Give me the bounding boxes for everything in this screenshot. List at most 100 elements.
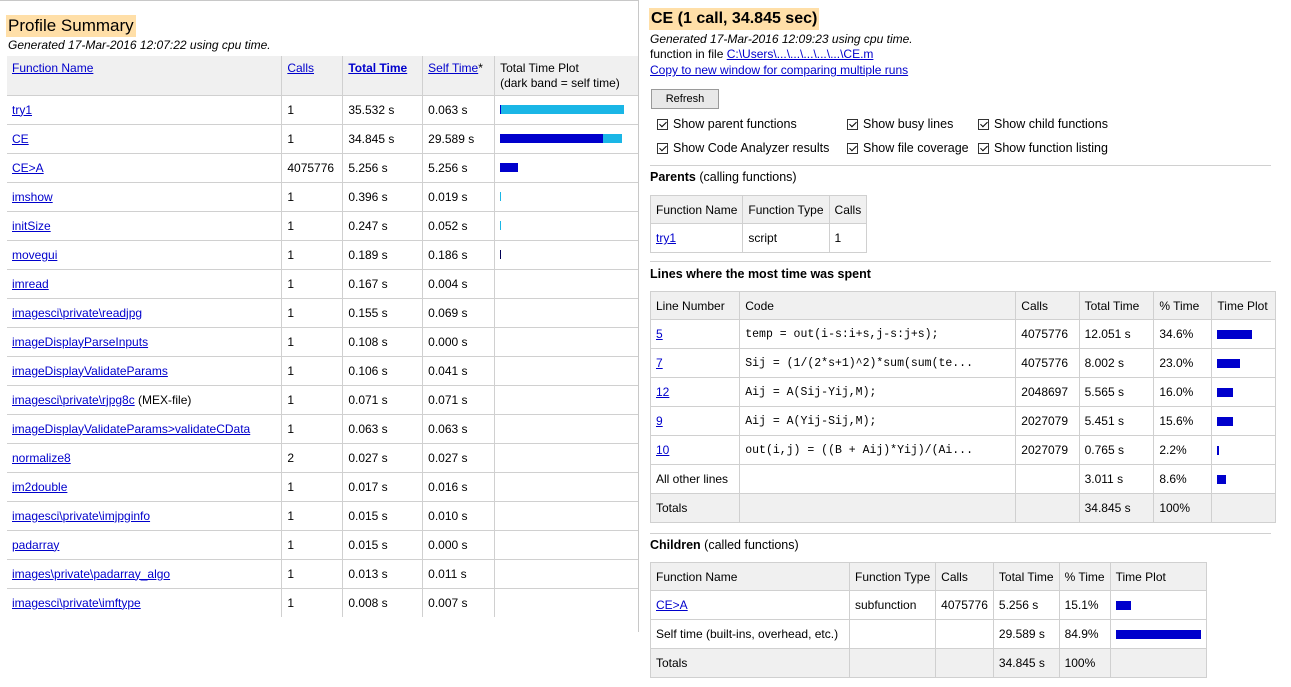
line-number-link[interactable]: 12	[656, 385, 669, 399]
table-row: CE>A 4075776 5.256 s 5.256 s	[7, 152, 638, 182]
option-label: Show child functions	[994, 117, 1108, 131]
cell-pct-time: 34.6%	[1153, 319, 1213, 349]
column-header: Calls	[1015, 291, 1080, 320]
cell-line-number: 9	[649, 406, 741, 436]
time-plot-bar	[1217, 330, 1253, 340]
sort-function-name-link[interactable]: Function Name	[12, 61, 93, 75]
busy-lines-table: Line Number Code Calls Total Time% Time Time…	[649, 291, 1276, 523]
column-header: Function Type	[848, 562, 937, 591]
cell-calls: 4075776	[935, 590, 994, 620]
function-link[interactable]: imagesci\private\imftype	[12, 596, 141, 610]
function-link[interactable]: imagesci\private\readjpg	[12, 306, 142, 320]
cell-pct-time: 15.1%	[1058, 590, 1111, 620]
checkbox-checked-icon[interactable]	[657, 118, 668, 130]
option-checkbox[interactable]: Show child functions	[978, 116, 1108, 132]
col-calls[interactable]: Calls	[281, 56, 344, 95]
profile-summary-panel: Profile Summary Generated 17-Mar-2016 12…	[0, 0, 639, 632]
checkbox-checked-icon[interactable]	[978, 118, 989, 130]
cell-calls: 1	[281, 326, 344, 356]
cell-empty	[739, 493, 1017, 523]
cell-function-name: imagesci\private\rjpg8c (MEX-file)	[7, 384, 283, 414]
cell-self-time: 0.011 s	[422, 558, 496, 588]
table-row: 7 Sij = (1/(2*s+1)^2)*sum(sum(te... 407577…	[649, 348, 1276, 378]
cell-empty	[1015, 464, 1080, 494]
cell-code: Aij = A(Yij-Sij,M);	[739, 406, 1017, 436]
column-header: Function Type	[742, 195, 830, 224]
child-function-link[interactable]: CE>A	[656, 598, 688, 612]
line-number-link[interactable]: 7	[656, 356, 663, 370]
copy-window-link[interactable]: Copy to new window for comparing multipl…	[650, 63, 908, 77]
option-checkbox[interactable]: Show Code Analyzer results	[657, 140, 829, 156]
cell-total-time: 34.845 s	[1078, 493, 1155, 523]
option-checkbox[interactable]: Show busy lines	[847, 116, 953, 132]
col-total-time[interactable]: Total Time	[342, 56, 424, 95]
col-function-name[interactable]: Function Name	[7, 56, 283, 95]
function-link[interactable]: normalize8	[12, 451, 71, 465]
table-row: imagesci\private\imjpginfo 1 0.015 s 0.010 …	[7, 500, 638, 530]
cell-pct-time: 15.6%	[1153, 406, 1213, 436]
checkbox-checked-icon[interactable]	[657, 142, 668, 154]
cell-self-time: 0.010 s	[422, 500, 496, 530]
cell-time-plot	[494, 587, 638, 617]
function-link[interactable]: imageDisplayParseInputs	[12, 335, 148, 349]
cell-calls: 1	[281, 268, 344, 298]
time-plot	[500, 105, 633, 114]
function-link[interactable]: im2double	[12, 480, 67, 494]
function-link[interactable]: images\private\padarray_algo	[12, 567, 170, 581]
table-row: imagesci\private\imftype 1 0.008 s 0.007 s	[7, 587, 638, 617]
function-link[interactable]: padarray	[12, 538, 59, 552]
function-link[interactable]: movegui	[12, 248, 57, 262]
cell-self-time: 0.063 s	[422, 94, 496, 124]
sort-total-time-link[interactable]: Total Time	[348, 61, 407, 75]
line-number-link[interactable]: 5	[656, 327, 663, 341]
cell-total-time: 0.013 s	[342, 558, 424, 588]
cell-empty	[1015, 493, 1080, 523]
function-link[interactable]: imageDisplayValidateParams	[12, 364, 168, 378]
cell-total-time: 0.027 s	[342, 442, 424, 472]
busy-lines-heading: Lines where the most time was spent	[650, 267, 871, 281]
cell-function-name: imagesci\private\imjpginfo	[7, 500, 283, 530]
file-path-link[interactable]: C:\Users\...\...\...\...\...\CE.m	[727, 47, 874, 61]
sort-calls-link[interactable]: Calls	[287, 61, 314, 75]
function-link[interactable]: try1	[12, 103, 32, 117]
cell-time-plot	[494, 210, 638, 240]
cell-empty	[848, 648, 937, 678]
checkbox-checked-icon[interactable]	[847, 142, 858, 154]
function-link[interactable]: CE	[12, 132, 29, 146]
cell-self-time: 0.016 s	[422, 471, 496, 501]
line-number-link[interactable]: 10	[656, 443, 669, 457]
cell-calls: 1	[281, 297, 344, 327]
function-link[interactable]: imread	[12, 277, 49, 291]
cell-time-plot	[494, 384, 638, 414]
cell-function-name: Self time (built-ins, overhead, etc.)	[650, 619, 850, 649]
sort-self-time-link[interactable]: Self Time	[428, 61, 478, 75]
cell-function-name: CE>A	[7, 152, 283, 182]
plot-header-line1: Total Time Plot	[500, 61, 579, 75]
option-checkbox[interactable]: Show file coverage	[847, 140, 969, 156]
cell-code: temp = out(i-s:i+s,j-s:j+s);	[739, 319, 1017, 349]
function-link[interactable]: CE>A	[12, 161, 44, 175]
cell-time-plot	[1211, 435, 1276, 465]
cell-total-time: 0.247 s	[342, 210, 424, 240]
cell-self-time: 0.052 s	[422, 210, 496, 240]
option-checkbox[interactable]: Show parent functions	[657, 116, 797, 132]
line-number-link[interactable]: 9	[656, 414, 663, 428]
children-heading: Children (called functions)	[650, 538, 799, 552]
checkbox-checked-icon[interactable]	[847, 118, 858, 130]
function-link[interactable]: imagesci\private\rjpg8c	[12, 393, 135, 407]
col-self-time[interactable]: Self Time*	[422, 56, 496, 95]
option-label: Show busy lines	[863, 117, 954, 131]
cell-function-type	[848, 619, 937, 649]
cell-self-time: 0.069 s	[422, 297, 496, 327]
function-link[interactable]: imshow	[12, 190, 53, 204]
cell-calls: 2	[281, 442, 344, 472]
cell-time-plot	[494, 123, 638, 153]
cell-pct-time: 84.9%	[1058, 619, 1111, 649]
option-checkbox[interactable]: Show function listing	[978, 140, 1108, 156]
parent-function-link[interactable]: try1	[656, 231, 676, 245]
refresh-button[interactable]: Refresh	[651, 89, 719, 109]
function-link[interactable]: initSize	[12, 219, 51, 233]
function-link[interactable]: imageDisplayValidateParams>validateCData	[12, 422, 250, 436]
function-link[interactable]: imagesci\private\imjpginfo	[12, 509, 150, 523]
checkbox-checked-icon[interactable]	[978, 142, 989, 154]
